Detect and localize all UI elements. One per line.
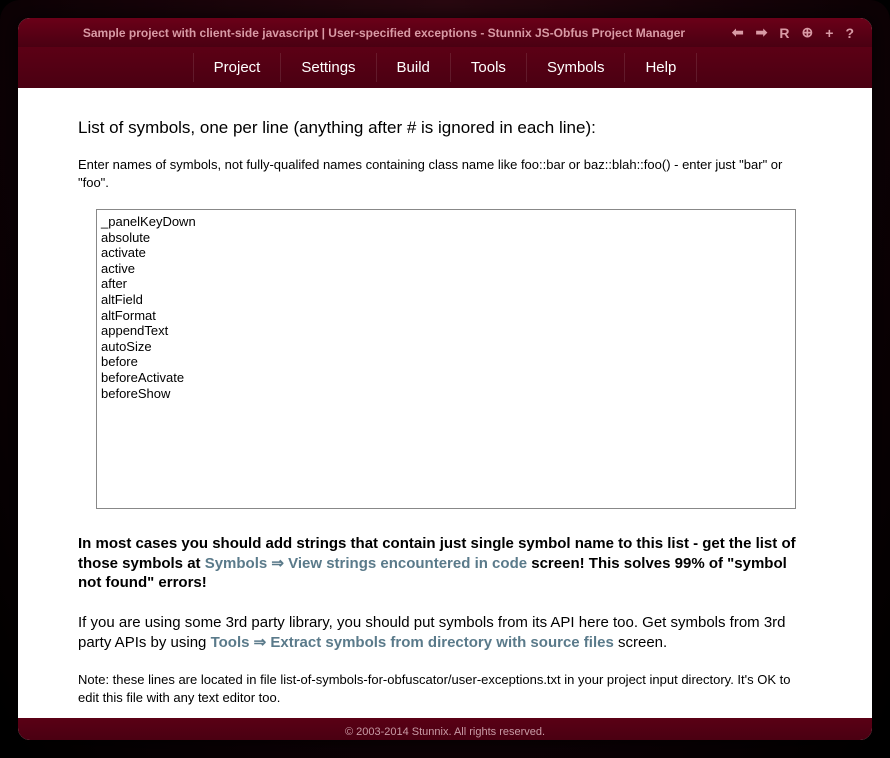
back-icon[interactable]: ⬅ (732, 24, 744, 41)
footer: © 2003-2014 Stunnix. All rights reserved… (18, 718, 872, 740)
reload-icon[interactable]: R (779, 25, 789, 41)
symbols-textarea[interactable] (96, 209, 796, 509)
advice-secondary: If you are using some 3rd party library,… (78, 613, 812, 654)
note-text: Note: these lines are located in file li… (78, 671, 812, 706)
menu-help[interactable]: Help (625, 53, 697, 82)
app-window: Sample project with client-side javascri… (18, 18, 872, 740)
link-view-strings[interactable]: Symbols ⇒ View strings encountered in co… (205, 555, 527, 572)
menu-settings[interactable]: Settings (281, 53, 376, 82)
menu-project[interactable]: Project (193, 53, 282, 82)
menu-build[interactable]: Build (377, 53, 451, 82)
link-extract-symbols[interactable]: Tools ⇒ Extract symbols from directory w… (211, 634, 614, 651)
menu-tools[interactable]: Tools (451, 53, 527, 82)
content-area: List of symbols, one per line (anything … (18, 88, 872, 718)
titlebar-icons: ⬅ ➡ R ⊕ + ? (732, 24, 854, 41)
plus-icon[interactable]: + (825, 25, 833, 41)
zoom-icon[interactable]: ⊕ (802, 24, 814, 41)
forward-icon[interactable]: ➡ (756, 24, 768, 41)
advice-primary: In most cases you should add strings tha… (78, 534, 812, 593)
advice2-part-b: screen. (614, 634, 667, 651)
instruction-text: Enter names of symbols, not fully-qualif… (78, 156, 812, 191)
copyright-text: © 2003-2014 Stunnix. All rights reserved… (345, 726, 545, 738)
titlebar: Sample project with client-side javascri… (18, 18, 872, 47)
window-title: Sample project with client-side javascri… (36, 26, 732, 40)
menubar: Project Settings Build Tools Symbols Hel… (18, 47, 872, 88)
page-heading: List of symbols, one per line (anything … (78, 118, 812, 138)
menu-symbols[interactable]: Symbols (527, 53, 626, 82)
help-icon[interactable]: ? (845, 25, 854, 41)
